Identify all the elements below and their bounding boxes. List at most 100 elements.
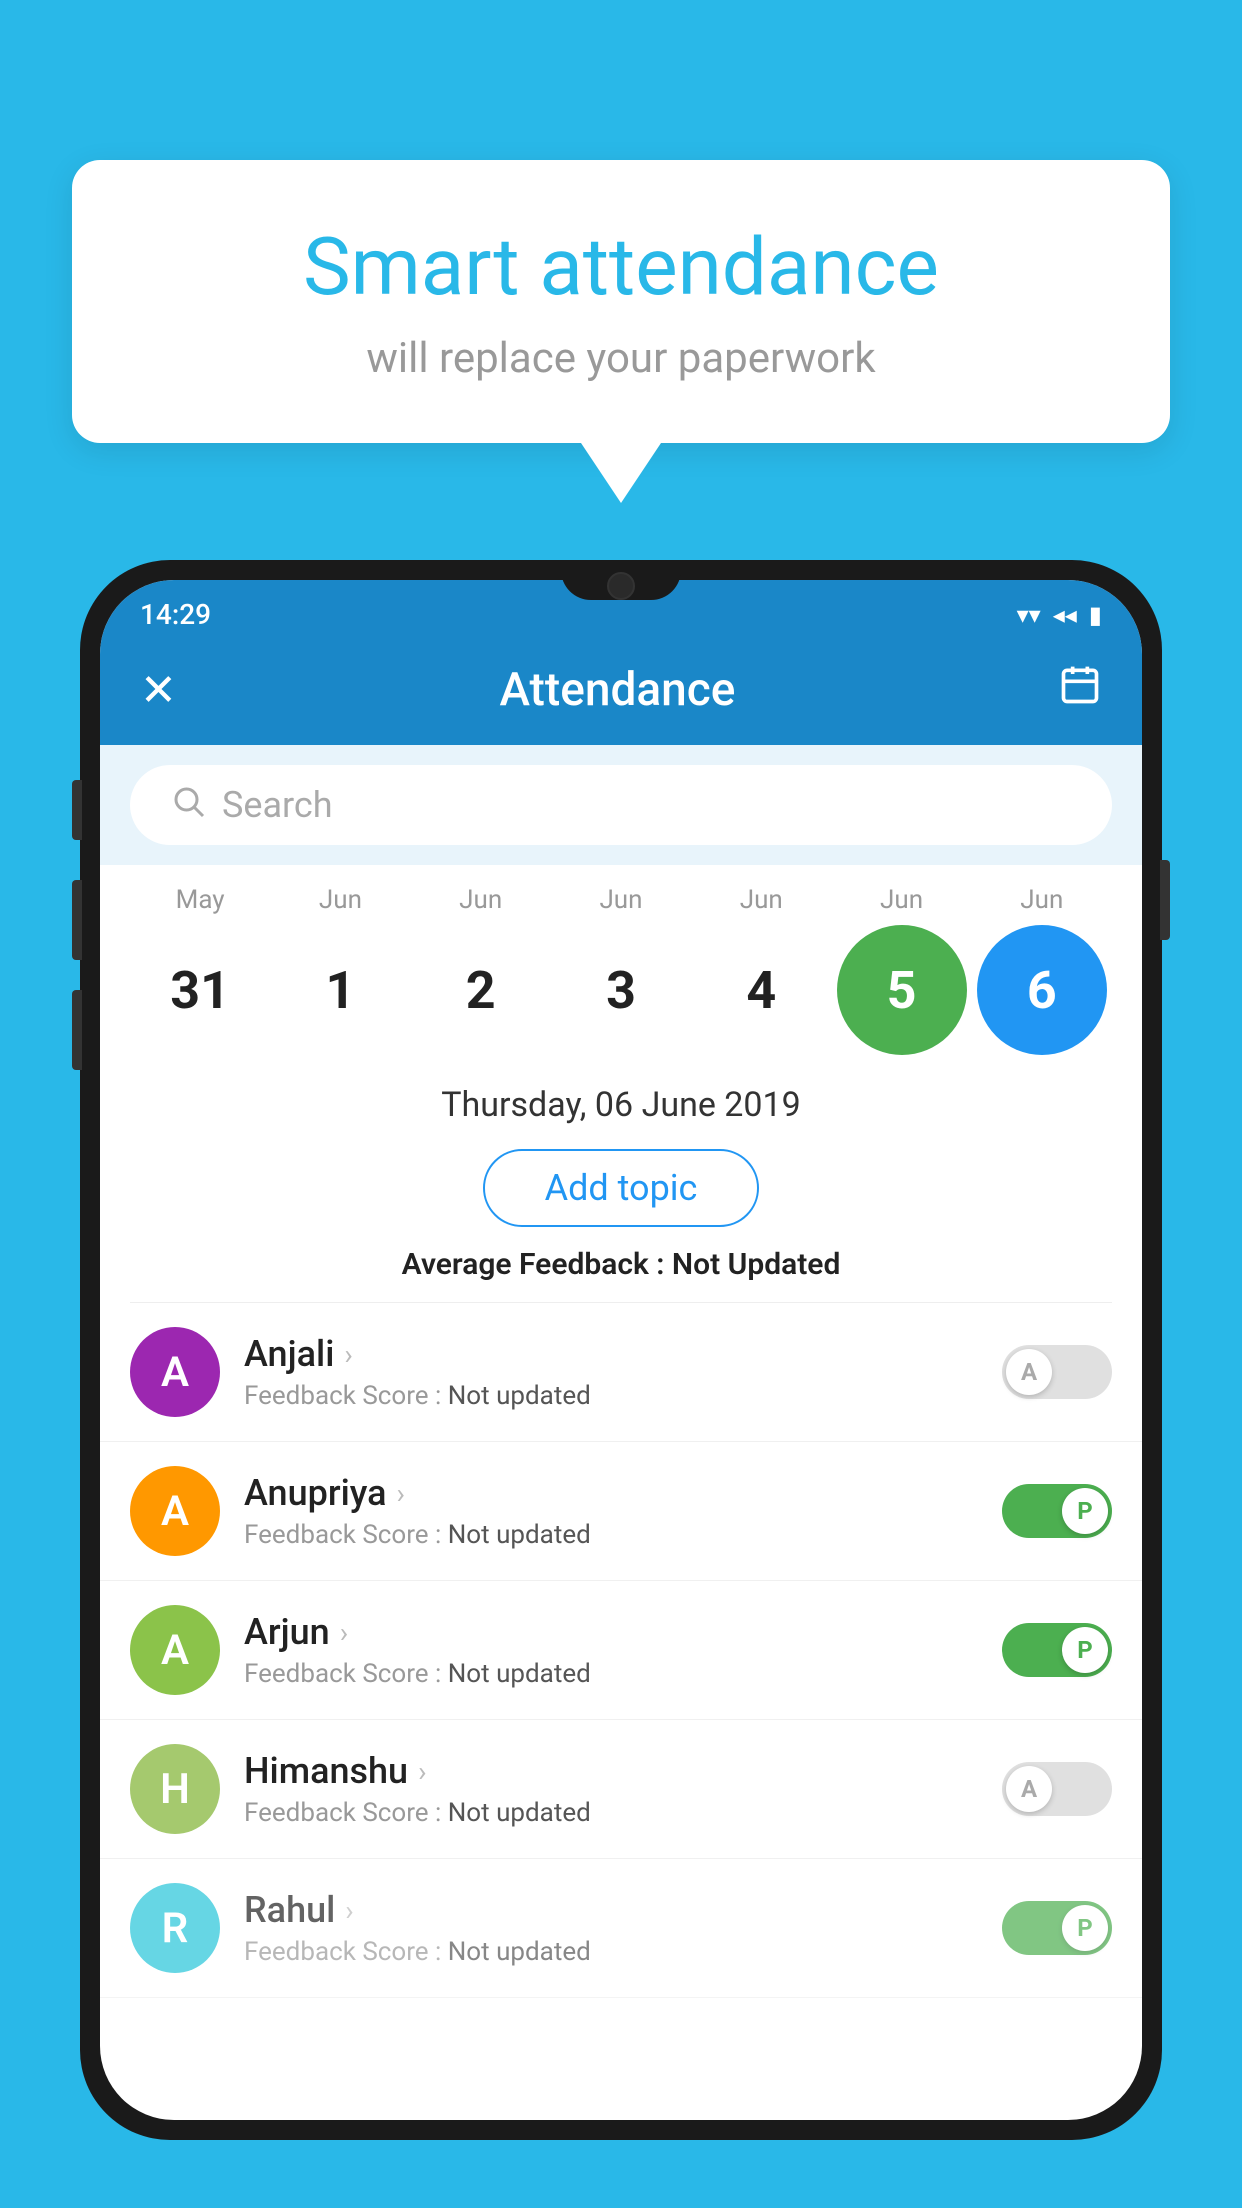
- student-list: A Anjali › Feedback Score : Not updated …: [100, 1303, 1142, 2120]
- phone-camera: [607, 572, 635, 600]
- student-item-anupriya: A Anupriya › Feedback Score : Not update…: [100, 1442, 1142, 1581]
- speech-bubble-tail: [581, 443, 661, 503]
- toggle-container-rahul[interactable]: P: [1002, 1901, 1112, 1955]
- feedback-score-himanshu: Feedback Score : Not updated: [244, 1798, 1002, 1828]
- toggle-container-arjun[interactable]: P: [1002, 1623, 1112, 1677]
- date-info-section: Thursday, 06 June 2019 Add topic Average…: [100, 1065, 1142, 1302]
- toggle-thumb-himanshu: A: [1006, 1766, 1052, 1812]
- student-item-himanshu: H Himanshu › Feedback Score : Not update…: [100, 1720, 1142, 1859]
- toggle-thumb-anjali: A: [1006, 1349, 1052, 1395]
- calendar-icon[interactable]: [1058, 663, 1102, 717]
- speech-bubble-subtitle: will replace your paperwork: [152, 334, 1090, 383]
- student-name-arjun: Arjun: [244, 1611, 330, 1653]
- calendar-section: May Jun Jun Jun Jun Jun Jun 31 1 2 3 4 5…: [100, 865, 1142, 1065]
- search-icon: [170, 783, 206, 827]
- student-name-anjali: Anjali: [244, 1333, 334, 1375]
- toggle-thumb-arjun: P: [1062, 1627, 1108, 1673]
- chevron-icon-arjun: ›: [340, 1616, 348, 1649]
- calendar-month-5: Jun: [837, 885, 967, 915]
- chevron-icon-anupriya: ›: [397, 1477, 405, 1510]
- avg-feedback-label: Average Feedback :: [402, 1247, 665, 1282]
- student-item-arjun: A Arjun › Feedback Score : Not updated P: [100, 1581, 1142, 1720]
- student-item-rahul: R Rahul › Feedback Score : Not updated P: [100, 1859, 1142, 1998]
- student-info-himanshu: Himanshu › Feedback Score : Not updated: [244, 1750, 1002, 1828]
- calendar-date-4[interactable]: 4: [696, 925, 826, 1055]
- calendar-date-1[interactable]: 1: [275, 925, 405, 1055]
- student-info-anjali: Anjali › Feedback Score : Not updated: [244, 1333, 1002, 1411]
- phone-side-btn-left-2: [72, 880, 82, 960]
- calendar-months-row: May Jun Jun Jun Jun Jun Jun: [130, 885, 1112, 915]
- calendar-date-5[interactable]: 5: [837, 925, 967, 1055]
- student-name-row-rahul: Rahul ›: [244, 1889, 1002, 1931]
- student-name-row-anjali: Anjali ›: [244, 1333, 1002, 1375]
- close-button[interactable]: ✕: [140, 664, 177, 716]
- calendar-date-3[interactable]: 3: [556, 925, 686, 1055]
- calendar-month-6: Jun: [977, 885, 1107, 915]
- phone-side-btn-left-1: [72, 780, 82, 840]
- search-container: Search: [100, 745, 1142, 865]
- toggle-container-anupriya[interactable]: P: [1002, 1484, 1112, 1538]
- calendar-month-1: Jun: [275, 885, 405, 915]
- speech-bubble: Smart attendance will replace your paper…: [72, 160, 1170, 443]
- calendar-month-4: Jun: [696, 885, 826, 915]
- speech-bubble-container: Smart attendance will replace your paper…: [72, 160, 1170, 503]
- phone-container: 14:29 ▾▾ ◂◂ ▮ ✕ Attendance: [80, 560, 1162, 2208]
- feedback-score-anupriya: Feedback Score : Not updated: [244, 1520, 1002, 1550]
- avatar-anjali: A: [130, 1327, 220, 1417]
- search-placeholder: Search: [222, 784, 333, 826]
- calendar-month-0: May: [135, 885, 265, 915]
- chevron-icon-anjali: ›: [344, 1338, 352, 1371]
- phone-outer: 14:29 ▾▾ ◂◂ ▮ ✕ Attendance: [80, 560, 1162, 2140]
- student-name-row-anupriya: Anupriya ›: [244, 1472, 1002, 1514]
- feedback-score-anjali: Feedback Score : Not updated: [244, 1381, 1002, 1411]
- calendar-month-2: Jun: [416, 885, 546, 915]
- student-name-himanshu: Himanshu: [244, 1750, 408, 1792]
- toggle-container-anjali[interactable]: A: [1002, 1345, 1112, 1399]
- calendar-date-2[interactable]: 2: [416, 925, 546, 1055]
- student-name-row-arjun: Arjun ›: [244, 1611, 1002, 1653]
- calendar-dates-row: 31 1 2 3 4 5 6: [130, 925, 1112, 1055]
- avg-feedback-value: Not Updated: [672, 1247, 840, 1282]
- signal-icon: ◂◂: [1053, 601, 1077, 629]
- wifi-icon: ▾▾: [1017, 601, 1041, 629]
- search-bar[interactable]: Search: [130, 765, 1112, 845]
- avatar-anupriya: A: [130, 1466, 220, 1556]
- status-icons: ▾▾ ◂◂ ▮: [1017, 601, 1102, 629]
- battery-icon: ▮: [1089, 601, 1102, 629]
- student-info-rahul: Rahul › Feedback Score : Not updated: [244, 1889, 1002, 1967]
- attendance-toggle-anjali[interactable]: A: [1002, 1345, 1112, 1399]
- avatar-rahul: R: [130, 1883, 220, 1973]
- avatar-arjun: A: [130, 1605, 220, 1695]
- add-topic-button[interactable]: Add topic: [483, 1149, 760, 1227]
- attendance-toggle-anupriya[interactable]: P: [1002, 1484, 1112, 1538]
- avg-feedback: Average Feedback : Not Updated: [130, 1247, 1112, 1282]
- calendar-date-0[interactable]: 31: [135, 925, 265, 1055]
- chevron-icon-rahul: ›: [345, 1894, 353, 1927]
- attendance-toggle-rahul[interactable]: P: [1002, 1901, 1112, 1955]
- header-title: Attendance: [499, 663, 735, 717]
- student-name-anupriya: Anupriya: [244, 1472, 387, 1514]
- speech-bubble-title: Smart attendance: [152, 220, 1090, 314]
- attendance-toggle-himanshu[interactable]: A: [1002, 1762, 1112, 1816]
- toggle-thumb-anupriya: P: [1062, 1488, 1108, 1534]
- avatar-himanshu: H: [130, 1744, 220, 1834]
- feedback-score-rahul: Feedback Score : Not updated: [244, 1937, 1002, 1967]
- student-name-row-himanshu: Himanshu ›: [244, 1750, 1002, 1792]
- calendar-date-6[interactable]: 6: [977, 925, 1107, 1055]
- phone-notch: [561, 560, 681, 600]
- phone-screen: 14:29 ▾▾ ◂◂ ▮ ✕ Attendance: [100, 580, 1142, 2120]
- status-time: 14:29: [140, 598, 211, 631]
- feedback-score-arjun: Feedback Score : Not updated: [244, 1659, 1002, 1689]
- student-info-anupriya: Anupriya › Feedback Score : Not updated: [244, 1472, 1002, 1550]
- phone-side-btn-left-3: [72, 990, 82, 1070]
- chevron-icon-himanshu: ›: [418, 1755, 426, 1788]
- app-header: ✕ Attendance: [100, 643, 1142, 745]
- student-item-anjali: A Anjali › Feedback Score : Not updated …: [100, 1303, 1142, 1442]
- phone-side-btn-right: [1160, 860, 1170, 940]
- student-info-arjun: Arjun › Feedback Score : Not updated: [244, 1611, 1002, 1689]
- attendance-toggle-arjun[interactable]: P: [1002, 1623, 1112, 1677]
- calendar-month-3: Jun: [556, 885, 686, 915]
- date-label: Thursday, 06 June 2019: [130, 1085, 1112, 1125]
- toggle-container-himanshu[interactable]: A: [1002, 1762, 1112, 1816]
- student-name-rahul: Rahul: [244, 1889, 335, 1931]
